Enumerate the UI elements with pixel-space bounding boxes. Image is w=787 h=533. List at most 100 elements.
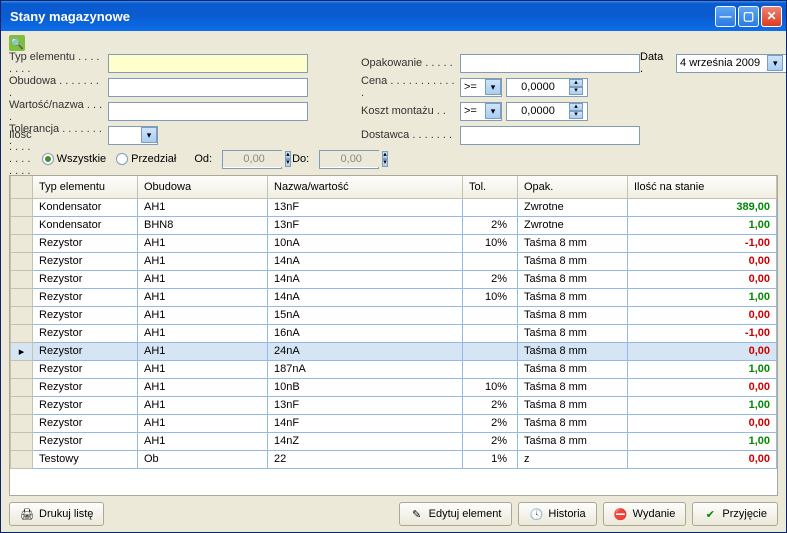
row-header[interactable] [11,396,33,414]
cell-typ: Kondensator [33,198,138,216]
cell-typ: Rezystor [33,432,138,450]
koszt-op-dropdown[interactable]: >=▾ [460,102,502,121]
od-input[interactable] [223,151,285,167]
row-selector-header [11,176,33,198]
cena-input[interactable] [507,79,569,95]
row-header[interactable] [11,252,33,270]
cena-spinner[interactable]: ▴▾ [506,78,588,97]
table-row[interactable]: RezystorAH113nF2%Taśma 8 mm1,00 [11,396,777,414]
col-typ[interactable]: Typ elementu [33,176,138,198]
radio-wszystkie-label: Wszystkie [57,153,107,165]
table-row[interactable]: RezystorAH1187nATaśma 8 mm1,00 [11,360,777,378]
table-row[interactable]: RezystorAH110nB10%Taśma 8 mm0,00 [11,378,777,396]
cena-op-dropdown[interactable]: >=▾ [460,78,502,97]
cell-typ: Rezystor [33,324,138,342]
row-header[interactable] [11,270,33,288]
koszt-op-value: >= [464,105,485,117]
row-header[interactable] [11,306,33,324]
close-button[interactable]: ✕ [761,6,782,27]
cell-tol [463,252,518,270]
cell-tol: 2% [463,216,518,234]
cell-nazwa: 14nA [268,270,463,288]
cell-typ: Rezystor [33,306,138,324]
cell-tol [463,324,518,342]
table-row[interactable]: ▸RezystorAH124nATaśma 8 mm0,00 [11,342,777,360]
wydanie-button[interactable]: ⛔Wydanie [603,502,687,526]
cell-opak: Taśma 8 mm [518,432,628,450]
row-header[interactable] [11,288,33,306]
col-opak[interactable]: Opak. [518,176,628,198]
row-header[interactable] [11,198,33,216]
row-header[interactable] [11,378,33,396]
row-header[interactable] [11,234,33,252]
cell-opak: Taśma 8 mm [518,396,628,414]
minimize-button[interactable]: — [715,6,736,27]
cell-typ: Rezystor [33,360,138,378]
cell-opak: Taśma 8 mm [518,378,628,396]
cell-nazwa: 13nF [268,198,463,216]
table-row[interactable]: KondensatorAH113nFZwrotne389,00 [11,198,777,216]
row-header[interactable] [11,414,33,432]
chevron-down-icon: ▾ [141,127,157,143]
col-tol[interactable]: Tol. [463,176,518,198]
opakowanie-input[interactable] [460,54,640,73]
table-row[interactable]: RezystorAH116nATaśma 8 mm-1,00 [11,324,777,342]
table-row[interactable]: RezystorAH114nATaśma 8 mm0,00 [11,252,777,270]
typ-input[interactable] [108,54,308,73]
table-row[interactable]: RezystorAH115nATaśma 8 mm0,00 [11,306,777,324]
col-ilosc[interactable]: Ilość na stanie [628,176,777,198]
cell-nazwa: 22 [268,450,463,468]
cell-ilosc: 1,00 [628,360,777,378]
cell-tol [463,198,518,216]
dostawca-input[interactable] [460,126,640,145]
edytuj-button[interactable]: ✎Edytuj element [399,502,513,526]
historia-button[interactable]: 🕓Historia [518,502,596,526]
do-label: Do: [292,153,309,165]
przyjecie-button[interactable]: ✔Przyjęcie [692,502,778,526]
up-icon[interactable]: ▴ [285,151,291,159]
obudowa-label: Obudowa . . . . . . . . [9,75,104,99]
row-header[interactable] [11,450,33,468]
koszt-spinner[interactable]: ▴▾ [506,102,588,121]
table-row[interactable]: RezystorAH114nF2%Taśma 8 mm0,00 [11,414,777,432]
data-label: Data . [640,51,668,75]
table-row[interactable]: RezystorAH114nA10%Taśma 8 mm1,00 [11,288,777,306]
table-row[interactable]: RezystorAH110nA10%Taśma 8 mm-1,00 [11,234,777,252]
table-row[interactable]: KondensatorBHN813nF2%Zwrotne1,00 [11,216,777,234]
date-dropdown[interactable]: 4 września 2009▾ [676,54,786,73]
down-icon[interactable]: ▾ [285,159,291,167]
col-obudowa[interactable]: Obudowa [138,176,268,198]
cell-tol: 10% [463,378,518,396]
table-row[interactable]: RezystorAH114nZ2%Taśma 8 mm1,00 [11,432,777,450]
koszt-input[interactable] [507,103,569,119]
obudowa-input[interactable] [108,78,308,97]
row-header[interactable] [11,324,33,342]
cell-nazwa: 15nA [268,306,463,324]
down-icon[interactable]: ▾ [569,111,583,119]
table-row[interactable]: TestowyOb221%z0,00 [11,450,777,468]
cell-nazwa: 13nF [268,216,463,234]
search-icon[interactable]: 🔍 [9,35,25,51]
row-header[interactable] [11,432,33,450]
od-spinner[interactable]: ▴▾ [222,150,282,169]
tolerancja-dropdown[interactable]: ▾ [108,126,158,145]
row-header[interactable] [11,360,33,378]
row-header[interactable]: ▸ [11,342,33,360]
wartosc-input[interactable] [108,102,308,121]
col-nazwa[interactable]: Nazwa/wartość [268,176,463,198]
data-grid[interactable]: Typ elementu Obudowa Nazwa/wartość Tol. … [9,175,778,496]
up-icon[interactable]: ▴ [569,79,583,87]
cell-ilosc: -1,00 [628,234,777,252]
table-row[interactable]: RezystorAH114nA2%Taśma 8 mm0,00 [11,270,777,288]
date-value: 4 września 2009 [680,57,767,69]
cell-nazwa: 14nA [268,288,463,306]
up-icon[interactable]: ▴ [569,103,583,111]
cell-obudowa: BHN8 [138,216,268,234]
cell-opak: Zwrotne [518,198,628,216]
maximize-button[interactable]: ▢ [738,6,759,27]
radio-wszystkie[interactable]: Wszystkie [42,153,107,165]
radio-przedzial[interactable]: Przedział [116,153,176,165]
down-icon[interactable]: ▾ [569,87,583,95]
drukuj-button[interactable]: 🖨Drukuj listę [9,502,104,526]
row-header[interactable] [11,216,33,234]
